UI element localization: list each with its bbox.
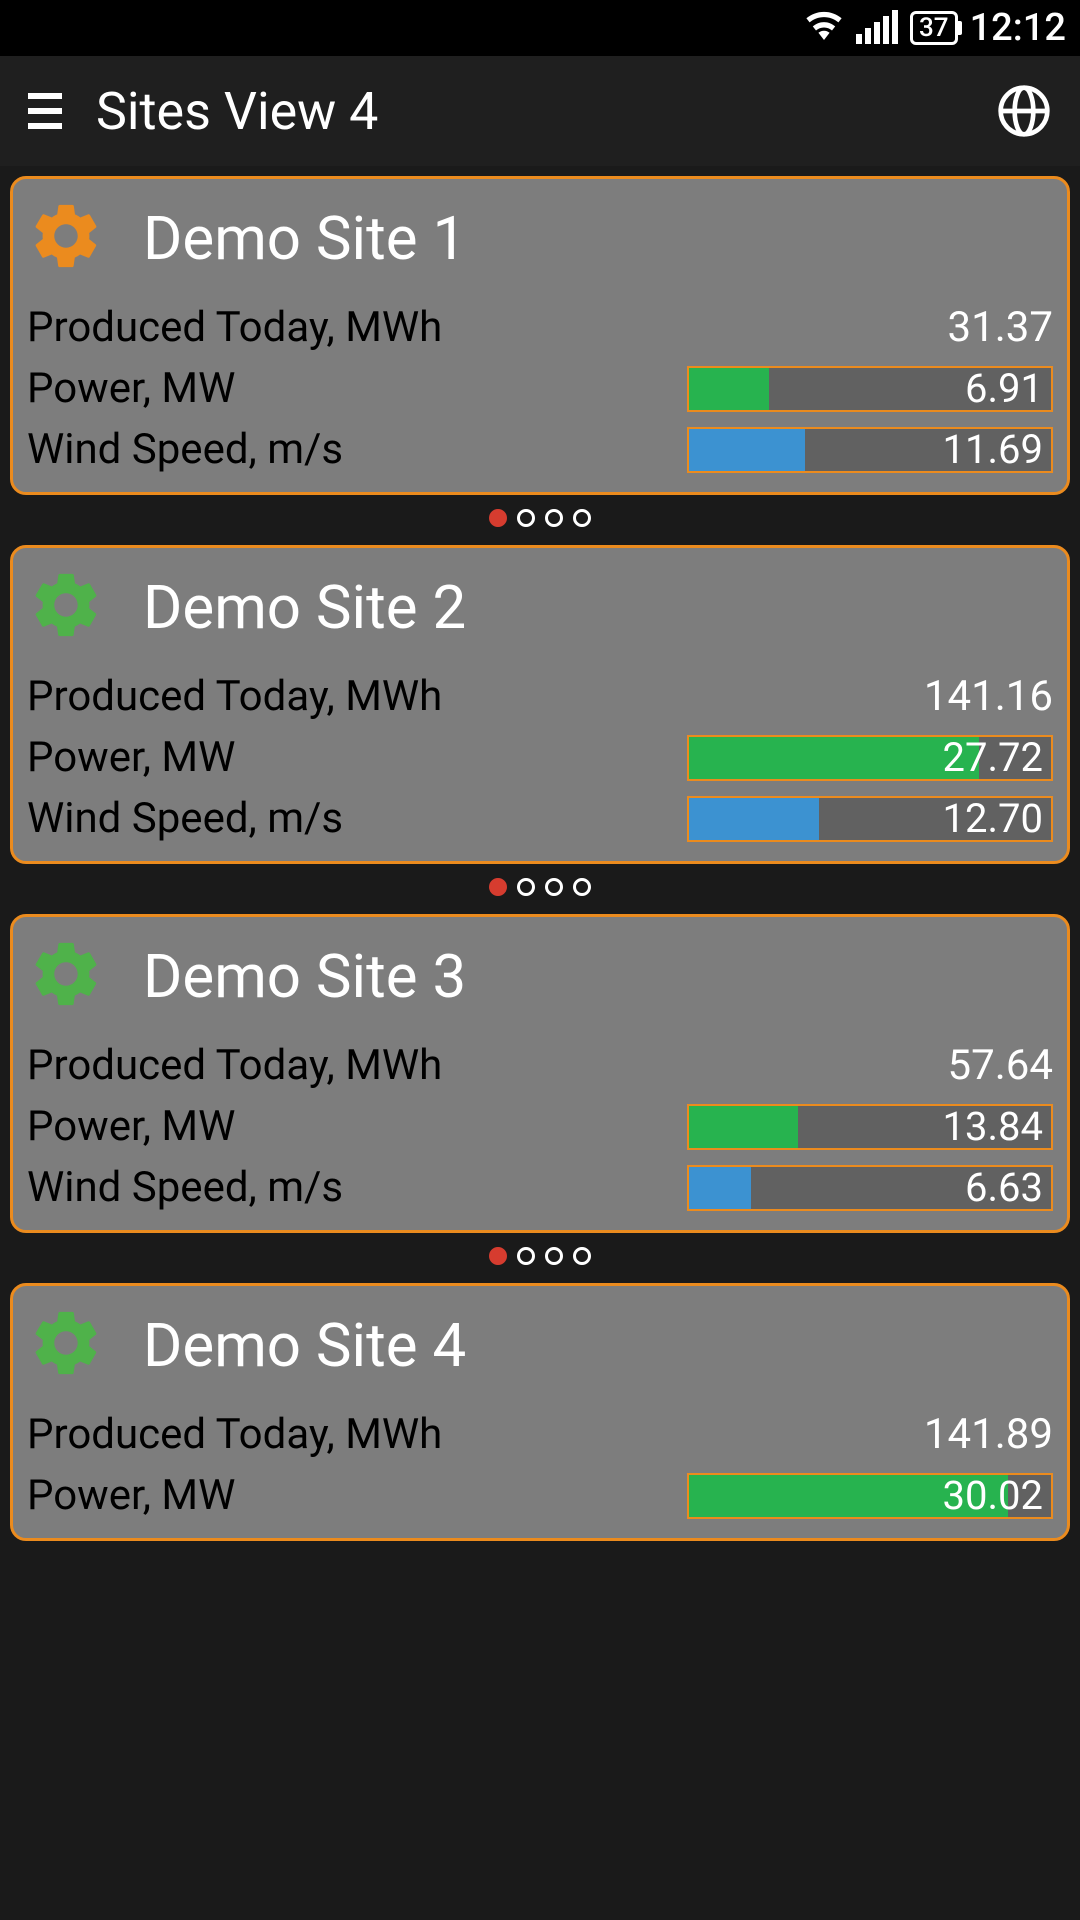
site-name: Demo Site 1 <box>143 203 466 274</box>
metric-value: 141.16 <box>924 672 1053 721</box>
status-time: 12:12 <box>970 6 1066 50</box>
sites-list: Demo Site 1 Produced Today, MWh 31.37 Po… <box>0 166 1080 1541</box>
metric-produced: Produced Today, MWh 31.37 <box>27 297 1053 358</box>
pager-dot[interactable] <box>489 1247 507 1265</box>
metric-wind: Wind Speed, m/s 6.63 <box>27 1157 1053 1218</box>
power-bar: 30.02 <box>687 1473 1053 1519</box>
site-name: Demo Site 2 <box>143 572 466 643</box>
metric-label: Wind Speed, m/s <box>27 425 343 474</box>
site-header: Demo Site 3 <box>27 927 1053 1035</box>
metric-label: Power, MW <box>27 1102 235 1151</box>
metric-produced: Produced Today, MWh 141.16 <box>27 666 1053 727</box>
metric-label: Produced Today, MWh <box>27 303 442 352</box>
bar-value: 6.63 <box>965 1167 1043 1209</box>
metric-value: 57.64 <box>948 1041 1054 1090</box>
signal-icon <box>856 12 898 44</box>
site-card[interactable]: Demo Site 2 Produced Today, MWh 141.16 P… <box>10 545 1070 864</box>
site-header: Demo Site 4 <box>27 1296 1053 1404</box>
metric-label: Power, MW <box>27 733 235 782</box>
battery-level: 37 <box>919 13 949 43</box>
app-bar: Sites View 4 <box>0 56 1080 166</box>
metric-label: Produced Today, MWh <box>27 672 442 721</box>
metric-power: Power, MW 30.02 <box>27 1465 1053 1526</box>
globe-icon[interactable] <box>996 83 1052 139</box>
site-name: Demo Site 3 <box>143 941 466 1012</box>
pager-dot[interactable] <box>545 509 563 527</box>
site-card[interactable]: Demo Site 4 Produced Today, MWh 141.89 P… <box>10 1283 1070 1541</box>
pager-dot[interactable] <box>573 878 591 896</box>
site-header: Demo Site 2 <box>27 558 1053 666</box>
pager <box>10 868 1070 914</box>
pager-dot[interactable] <box>545 878 563 896</box>
gear-icon <box>27 566 105 648</box>
metric-produced: Produced Today, MWh 57.64 <box>27 1035 1053 1096</box>
metric-produced: Produced Today, MWh 141.89 <box>27 1404 1053 1465</box>
wind-bar: 11.69 <box>687 427 1053 473</box>
wind-bar: 6.63 <box>687 1165 1053 1211</box>
metric-label: Power, MW <box>27 1471 235 1520</box>
pager-dot[interactable] <box>545 1247 563 1265</box>
metric-value: 31.37 <box>948 303 1054 352</box>
power-bar: 13.84 <box>687 1104 1053 1150</box>
metric-label: Wind Speed, m/s <box>27 1163 343 1212</box>
bar-value: 12.70 <box>943 798 1043 840</box>
pager <box>10 499 1070 545</box>
wind-bar: 12.70 <box>687 796 1053 842</box>
metric-label: Produced Today, MWh <box>27 1410 442 1459</box>
bar-value: 13.84 <box>943 1106 1043 1148</box>
bar-value: 11.69 <box>943 429 1043 471</box>
metric-power: Power, MW 6.91 <box>27 358 1053 419</box>
page-title: Sites View 4 <box>96 81 996 142</box>
bar-value: 30.02 <box>943 1475 1043 1517</box>
metric-label: Produced Today, MWh <box>27 1041 442 1090</box>
metric-wind: Wind Speed, m/s 12.70 <box>27 788 1053 849</box>
battery-icon: 37 <box>910 11 958 45</box>
bar-value: 6.91 <box>965 368 1043 410</box>
metric-power: Power, MW 13.84 <box>27 1096 1053 1157</box>
pager-dot[interactable] <box>573 509 591 527</box>
bar-value: 27.72 <box>943 737 1043 779</box>
pager-dot[interactable] <box>489 509 507 527</box>
site-name: Demo Site 4 <box>143 1310 466 1381</box>
pager-dot[interactable] <box>517 509 535 527</box>
pager <box>10 1237 1070 1283</box>
site-card[interactable]: Demo Site 3 Produced Today, MWh 57.64 Po… <box>10 914 1070 1233</box>
metric-label: Wind Speed, m/s <box>27 794 343 843</box>
site-card[interactable]: Demo Site 1 Produced Today, MWh 31.37 Po… <box>10 176 1070 495</box>
pager-dot[interactable] <box>517 878 535 896</box>
power-bar: 6.91 <box>687 366 1053 412</box>
pager-dot[interactable] <box>573 1247 591 1265</box>
metric-power: Power, MW 27.72 <box>27 727 1053 788</box>
gear-icon <box>27 1304 105 1386</box>
site-header: Demo Site 1 <box>27 189 1053 297</box>
metric-label: Power, MW <box>27 364 235 413</box>
wifi-icon <box>804 6 844 50</box>
menu-icon[interactable] <box>28 93 62 129</box>
status-bar: 37 12:12 <box>0 0 1080 56</box>
gear-icon <box>27 935 105 1017</box>
power-bar: 27.72 <box>687 735 1053 781</box>
pager-dot[interactable] <box>489 878 507 896</box>
metric-wind: Wind Speed, m/s 11.69 <box>27 419 1053 480</box>
gear-icon <box>27 197 105 279</box>
pager-dot[interactable] <box>517 1247 535 1265</box>
metric-value: 141.89 <box>924 1410 1053 1459</box>
